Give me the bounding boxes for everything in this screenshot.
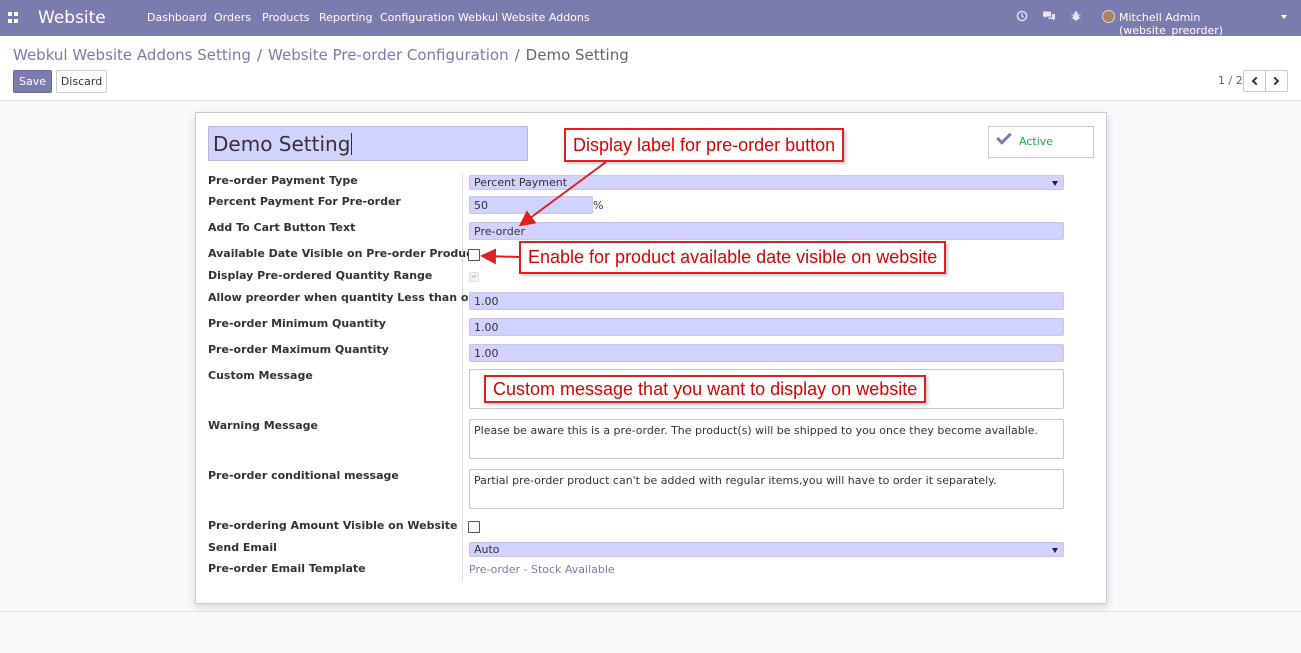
- annotation-date-visible: Enable for product available date visibl…: [519, 241, 947, 274]
- annotation-custom-message: Custom message that you want to display …: [484, 375, 927, 403]
- annotation-arrows: [480, 161, 607, 265]
- arrow-to-cart-button-text: [518, 161, 607, 227]
- arrow-to-date-checkbox: [480, 248, 520, 265]
- annotation-button-label: Display label for pre-order button: [564, 128, 845, 162]
